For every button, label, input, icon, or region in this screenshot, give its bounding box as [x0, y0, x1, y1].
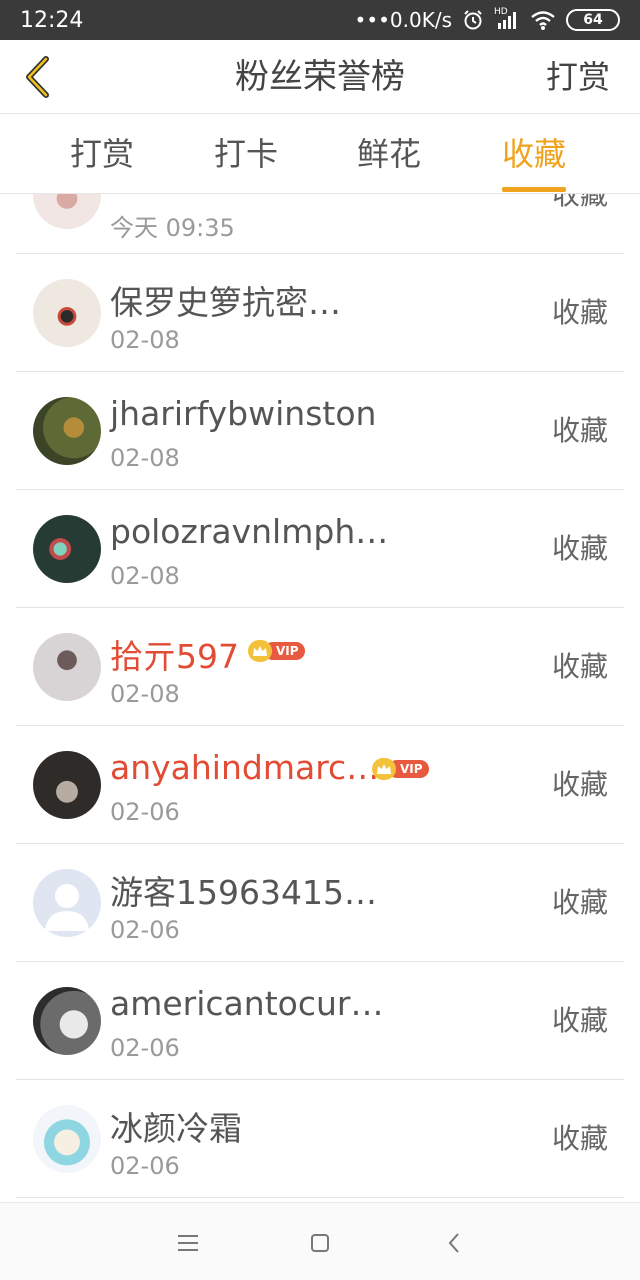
header-bar: 粉丝荣誉榜 打赏	[0, 40, 640, 114]
item-date: 02-06	[110, 1034, 180, 1062]
list-item[interactable]: americantocur… 02-06 收藏	[16, 962, 624, 1080]
avatar	[33, 279, 101, 347]
action-label: 收藏	[551, 1122, 608, 1155]
home-icon	[311, 1234, 329, 1252]
action-label: 收藏	[551, 886, 608, 919]
action-label: 收藏	[551, 532, 608, 565]
avatar	[33, 987, 101, 1055]
list-item[interactable]: 保罗史箩抗密… 02-08 收藏	[16, 254, 624, 372]
status-time: 12:24	[20, 7, 84, 33]
item-date: 今天 09:35	[110, 214, 235, 242]
avatar	[33, 1105, 101, 1173]
system-nav-bar	[0, 1202, 640, 1280]
list-item[interactable]: 游客15963415… 02-06 收藏	[16, 844, 624, 962]
crown-icon	[248, 640, 272, 662]
user-name: americantocur…	[110, 984, 384, 1023]
item-date: 02-06	[110, 916, 180, 944]
action-label: 收藏	[551, 650, 608, 683]
alarm-icon	[462, 9, 484, 31]
list-item[interactable]: 冰颜冷霜 02-06 收藏	[16, 1080, 624, 1198]
user-name: 冰颜冷霜	[110, 1109, 242, 1148]
menu-button[interactable]	[170, 1225, 206, 1261]
avatar	[33, 515, 101, 583]
vip-badge: VIP	[372, 758, 429, 780]
item-date: 02-08	[110, 680, 180, 708]
back-icon	[448, 1233, 459, 1253]
nav-back-button[interactable]	[436, 1225, 472, 1261]
vip-badge: VIP	[248, 640, 305, 662]
user-name: 保罗史箩抗密…	[110, 283, 341, 322]
status-bar: 12:24 •••0.0K/s HD 64	[0, 0, 640, 40]
avatar	[33, 397, 101, 465]
home-button[interactable]	[302, 1225, 338, 1261]
tab-flowers[interactable]: 鲜花	[357, 114, 421, 194]
item-date: 02-06	[110, 798, 180, 826]
user-name: anyahindmarc…	[110, 748, 380, 787]
avatar	[33, 751, 101, 819]
tab-checkin[interactable]: 打卡	[214, 114, 278, 194]
tab-reward[interactable]: 打赏	[70, 114, 134, 194]
user-name: polozravnlmph…	[110, 512, 389, 551]
action-label: 收藏	[551, 768, 608, 801]
action-label: 收藏	[551, 194, 608, 211]
tab-bar: 打赏 打卡 鲜花 收藏	[0, 114, 640, 194]
list-item[interactable]: 今天 09:35 收藏	[16, 194, 624, 254]
action-label: 收藏	[551, 296, 608, 329]
menu-icon	[178, 1235, 198, 1251]
user-name: 拾亓597	[110, 637, 239, 676]
user-name: jharirfybwinston	[110, 394, 377, 433]
action-label: 收藏	[551, 1004, 608, 1037]
avatar	[33, 194, 101, 229]
status-icons: •••0.0K/s HD 64	[354, 7, 620, 32]
wifi-icon	[530, 9, 556, 31]
avatar	[33, 633, 101, 701]
battery-icon: 64	[566, 9, 620, 31]
item-date: 02-08	[110, 326, 180, 354]
reward-button[interactable]: 打赏	[546, 40, 610, 114]
network-speed: •••0.0K/s	[354, 8, 452, 32]
list-item[interactable]: anyahindmarc… VIP 02-06 收藏	[16, 726, 624, 844]
default-avatar	[33, 869, 101, 937]
list-item[interactable]: 拾亓597 VIP 02-08 收藏	[16, 608, 624, 726]
fans-list[interactable]: 今天 09:35 收藏 保罗史箩抗密… 02-08 收藏 jharirfybwi…	[0, 194, 640, 1202]
tab-favorites[interactable]: 收藏	[502, 114, 567, 194]
action-label: 收藏	[551, 414, 608, 447]
item-date: 02-08	[110, 444, 180, 472]
signal-icon: HD	[494, 7, 520, 31]
list-item[interactable]: jharirfybwinston 02-08 收藏	[16, 372, 624, 490]
page-title: 粉丝荣誉榜	[235, 57, 405, 97]
item-date: 02-08	[110, 562, 180, 590]
crown-icon	[372, 758, 396, 780]
item-date: 02-06	[110, 1152, 180, 1180]
list-item[interactable]: polozravnlmph… 02-08 收藏	[16, 490, 624, 608]
user-name: 游客15963415…	[110, 873, 377, 912]
